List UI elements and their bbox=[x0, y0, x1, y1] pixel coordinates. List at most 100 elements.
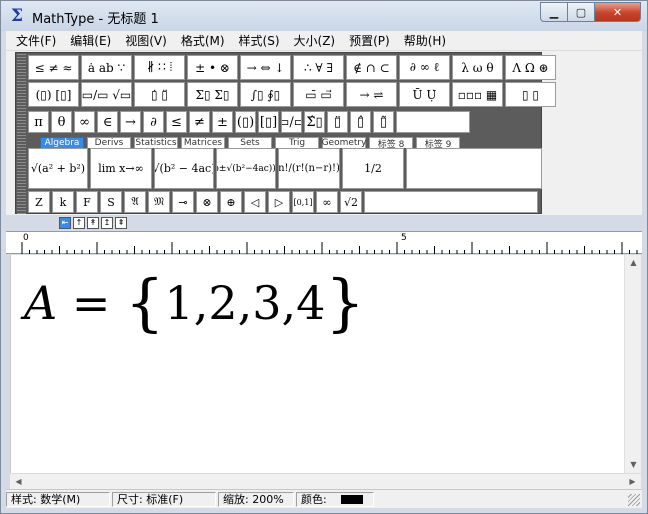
subscript-superscript-templates-button[interactable]: ▯̇ ▯̈ bbox=[134, 82, 185, 107]
superscript-button[interactable]: ▯̈ bbox=[327, 111, 348, 133]
limit-expression-button[interactable]: lim x→∞ bbox=[90, 148, 152, 189]
menu-size[interactable]: 大小(Z) bbox=[288, 32, 344, 49]
embellishments-button[interactable]: ∦ ∷ ⦙ bbox=[134, 55, 185, 80]
scroll-down-icon[interactable]: ▼ bbox=[625, 457, 642, 473]
integral-templates-button[interactable]: ∫▯ ∮▯ bbox=[240, 82, 291, 107]
tab-stop-tools: ⇤ ↑ ↟ ↥ ⇞ bbox=[59, 217, 127, 229]
vertical-scrollbar[interactable]: ▲ ▼ bbox=[624, 255, 641, 473]
ruler-label-start: 0 bbox=[23, 233, 29, 243]
right-arrow-button[interactable]: → bbox=[120, 111, 141, 133]
pi-button[interactable]: π bbox=[28, 111, 49, 133]
symbol-palette-row: ≤ ≠ ≈ ȧ ab ∵ ∦ ∷ ⦙ ± • ⊗ → ⇔ ↓ ∴ ∀ ∃ ∉ ∩… bbox=[28, 55, 556, 80]
sqrt-two-button[interactable]: √2 bbox=[340, 191, 362, 213]
style-s-button[interactable]: S bbox=[100, 191, 122, 213]
parentheses-button[interactable]: (▯) bbox=[235, 111, 256, 133]
plus-minus-button[interactable]: ± bbox=[212, 111, 233, 133]
maximize-icon: ▢ bbox=[575, 5, 587, 19]
quadratic-formula-button[interactable]: (−b±√(b²−4ac))/2a bbox=[216, 148, 276, 189]
equation-editor-area[interactable]: A = {1,2,3,4} bbox=[10, 255, 624, 473]
not-equal-button[interactable]: ≠ bbox=[189, 111, 210, 133]
arrow-symbols-button[interactable]: → ⇔ ↓ bbox=[240, 55, 291, 80]
window-controls: ▁ ▢ ✕ bbox=[540, 2, 641, 22]
ruler[interactable]: 0 5 bbox=[6, 231, 642, 254]
matrix-templates-button[interactable]: ▫▫▫ ▦ bbox=[452, 82, 503, 107]
less-equal-button[interactable]: ≤ bbox=[166, 111, 187, 133]
discriminant-expression-button[interactable]: √(b² − 4ac) bbox=[154, 148, 214, 189]
half-fraction-button[interactable]: 1/2 bbox=[342, 148, 404, 189]
infinity-style-button[interactable]: ∞ bbox=[316, 191, 338, 213]
tab-derivs[interactable]: Derivs bbox=[87, 137, 131, 148]
center-tab-icon[interactable]: ↑ bbox=[73, 217, 85, 229]
sub-superscript-button[interactable]: ▯̃ bbox=[373, 111, 394, 133]
left-tab-icon[interactable]: ⇤ bbox=[59, 217, 71, 229]
tab-statistics[interactable]: Statistics bbox=[134, 137, 178, 148]
spaces-ellipses-button[interactable]: ȧ ab ∵ bbox=[81, 55, 132, 80]
fraction-button[interactable]: ▭/▭ bbox=[281, 111, 302, 133]
fence-templates-button[interactable]: (▯) [▯] bbox=[28, 82, 79, 107]
menu-preferences[interactable]: 预置(P) bbox=[343, 32, 398, 49]
menu-view[interactable]: 视图(V) bbox=[119, 32, 175, 49]
partial-button[interactable]: ∂ bbox=[143, 111, 164, 133]
scroll-left-icon[interactable]: ◀ bbox=[10, 474, 27, 490]
operator-symbols-button[interactable]: ± • ⊗ bbox=[187, 55, 238, 80]
tab-trig[interactable]: Trig bbox=[275, 137, 319, 148]
binomial-coefficient-button[interactable]: n!/(r!(n−r)!) bbox=[278, 148, 340, 189]
theta-button[interactable]: θ bbox=[51, 111, 72, 133]
sum-button[interactable]: Σ̂▯ bbox=[304, 111, 325, 133]
multimap-button[interactable]: ⊸ bbox=[172, 191, 194, 213]
status-size: 尺寸: 标准(F) bbox=[112, 491, 216, 507]
interval-button[interactable]: [0,1] bbox=[292, 191, 314, 213]
style-z-button[interactable]: Z bbox=[28, 191, 50, 213]
logical-symbols-button[interactable]: ∴ ∀ ∃ bbox=[293, 55, 344, 80]
tab-geometry[interactable]: Geometry bbox=[322, 137, 366, 148]
greek-lowercase-button[interactable]: λ ω θ bbox=[452, 55, 503, 80]
minimize-button[interactable]: ▁ bbox=[540, 2, 568, 22]
tab-matrices[interactable]: Matrices bbox=[181, 137, 225, 148]
products-set-templates-button[interactable]: Ū Ụ̇ bbox=[399, 82, 450, 107]
style-k-button[interactable]: k bbox=[52, 191, 74, 213]
resize-grip[interactable] bbox=[628, 494, 640, 506]
scroll-up-icon[interactable]: ▲ bbox=[625, 255, 642, 271]
bar-templates-button[interactable]: ▭̄ ▭⃗ bbox=[293, 82, 344, 107]
fraktur-m-button[interactable]: 𝔐 bbox=[148, 191, 170, 213]
infinity-button[interactable]: ∞ bbox=[74, 111, 95, 133]
brackets-button[interactable]: [▯] bbox=[258, 111, 279, 133]
box-templates-button[interactable]: ▯ ▯ bbox=[505, 82, 556, 107]
fraction-radical-templates-button[interactable]: ▭/▭ √▭ bbox=[81, 82, 132, 107]
misc-symbols-button[interactable]: ∂ ∞ ℓ bbox=[399, 55, 450, 80]
maximize-button[interactable]: ▢ bbox=[568, 2, 595, 22]
relation-tab-icon[interactable]: ↥ bbox=[101, 217, 113, 229]
menu-format[interactable]: 格式(M) bbox=[175, 32, 233, 49]
style-f-button[interactable]: F bbox=[76, 191, 98, 213]
greek-uppercase-button[interactable]: Λ Ω ⊛ bbox=[505, 55, 556, 80]
close-button[interactable]: ✕ bbox=[595, 2, 641, 22]
scroll-right-icon[interactable]: ▶ bbox=[624, 474, 641, 490]
right-triangle-button[interactable]: ▷ bbox=[268, 191, 290, 213]
circled-times-button[interactable]: ⊗ bbox=[196, 191, 218, 213]
close-icon: ✕ bbox=[612, 5, 623, 19]
tab-9[interactable]: 标签 9 bbox=[416, 137, 460, 150]
summation-templates-button[interactable]: Σ▯ Σ▯ bbox=[187, 82, 238, 107]
menu-edit[interactable]: 编辑(E) bbox=[64, 32, 119, 49]
tab-sets[interactable]: Sets bbox=[228, 137, 272, 148]
set-theory-symbols-button[interactable]: ∉ ∩ ⊂ bbox=[346, 55, 397, 80]
palette-drag-handle[interactable] bbox=[17, 54, 26, 214]
subscript-button[interactable]: ▯̂ bbox=[350, 111, 371, 133]
right-tab-icon[interactable]: ↟ bbox=[87, 217, 99, 229]
horizontal-scrollbar[interactable]: ◀ ▶ bbox=[10, 473, 641, 489]
labeled-arrow-templates-button[interactable]: → ⇌ bbox=[346, 82, 397, 107]
circled-plus-button[interactable]: ⊕ bbox=[220, 191, 242, 213]
pythagoras-expression-button[interactable]: √(a² + b²) bbox=[28, 148, 88, 189]
left-triangle-button[interactable]: ◁ bbox=[244, 191, 266, 213]
tab-algebra[interactable]: Algebra bbox=[40, 137, 84, 148]
menu-style[interactable]: 样式(S) bbox=[233, 32, 288, 49]
window-title: MathType - 无标题 1 bbox=[32, 12, 159, 27]
relational-symbols-button[interactable]: ≤ ≠ ≈ bbox=[28, 55, 79, 80]
menu-help[interactable]: 帮助(H) bbox=[398, 32, 454, 49]
element-of-button[interactable]: ∈ bbox=[97, 111, 118, 133]
menu-file[interactable]: 文件(F) bbox=[10, 32, 64, 49]
decimal-tab-icon[interactable]: ⇞ bbox=[115, 217, 127, 229]
tab-8[interactable]: 标签 8 bbox=[369, 137, 413, 150]
fraktur-a-button[interactable]: 𝔄 bbox=[124, 191, 146, 213]
equation[interactable]: A = {1,2,3,4} bbox=[24, 261, 365, 339]
